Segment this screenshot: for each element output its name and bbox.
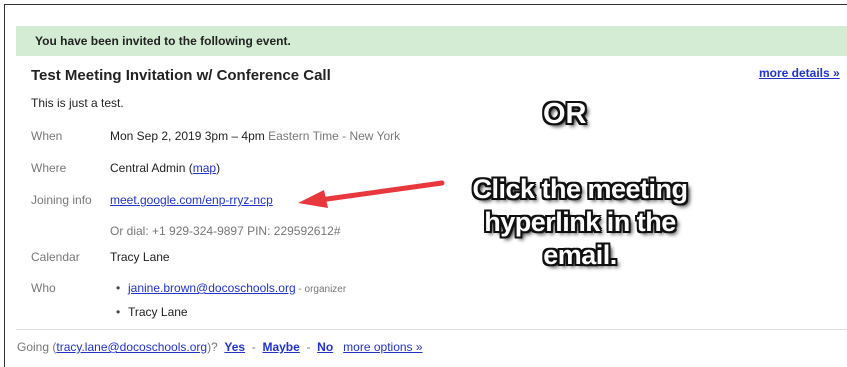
where-label: Where bbox=[31, 161, 67, 175]
map-close-paren: ) bbox=[216, 161, 221, 175]
meet-link[interactable]: meet.google.com/enp-rryz-ncp bbox=[110, 193, 273, 207]
organizer-entry: janine.brown@docoschools.org - organizer bbox=[128, 281, 346, 295]
when-datetime: Mon Sep 2, 2019 3pm – 4pm bbox=[110, 129, 265, 143]
annotation-line: email. bbox=[543, 240, 617, 270]
when-label: When bbox=[31, 129, 63, 143]
annotation-line: Click the meeting bbox=[472, 174, 688, 204]
annotation-line: hyperlink in the bbox=[484, 207, 676, 237]
rsvp-no-button[interactable]: No bbox=[317, 340, 333, 354]
more-options-link[interactable]: more options » bbox=[343, 340, 422, 354]
when-timezone: Eastern Time - New York bbox=[268, 129, 401, 143]
calendar-value: Tracy Lane bbox=[110, 250, 170, 264]
event-title: Test Meeting Invitation w/ Conference Ca… bbox=[31, 67, 331, 84]
dial-in-info: Or dial: +1 929-324-9897 PIN: 229592612# bbox=[110, 224, 341, 238]
arrow-head bbox=[298, 190, 328, 208]
map-link[interactable]: map bbox=[193, 161, 216, 175]
who-label: Who bbox=[31, 281, 56, 295]
rsvp-suffix: )? bbox=[207, 340, 218, 354]
rsvp-maybe-button[interactable]: Maybe bbox=[262, 340, 299, 354]
annotation-instruction: Click the meeting hyperlink in the email… bbox=[445, 173, 715, 272]
where-location: Central Admin bbox=[110, 161, 186, 175]
organizer-tag: - organizer bbox=[295, 284, 347, 295]
rsvp-email-link[interactable]: tracy.lane@docoschools.org bbox=[56, 340, 207, 354]
event-description: This is just a test. bbox=[31, 96, 124, 110]
rsvp-separator: - bbox=[251, 340, 256, 354]
more-details-link[interactable]: more details » bbox=[759, 66, 840, 80]
bullet-icon: • bbox=[116, 305, 121, 319]
calendar-label: Calendar bbox=[31, 250, 80, 264]
banner-text: You have been invited to the following e… bbox=[35, 34, 291, 48]
attendee-name: Tracy Lane bbox=[128, 305, 188, 319]
rsvp-separator: - bbox=[306, 340, 311, 354]
arrow-shaft bbox=[317, 180, 445, 203]
joining-info-value: meet.google.com/enp-rryz-ncp bbox=[110, 193, 273, 207]
joining-info-label: Joining info bbox=[31, 193, 92, 207]
rsvp-row: Going (tracy.lane@docoschools.org)? Yes … bbox=[17, 340, 423, 354]
annotation-or: OR bbox=[543, 98, 587, 130]
rsvp-yes-button[interactable]: Yes bbox=[224, 340, 245, 354]
bullet-icon: • bbox=[116, 281, 121, 295]
when-value: Mon Sep 2, 2019 3pm – 4pm Eastern Time -… bbox=[110, 129, 400, 143]
red-arrow-icon bbox=[298, 180, 445, 208]
organizer-email-link[interactable]: janine.brown@docoschools.org bbox=[128, 281, 296, 295]
where-value: Central Admin (map) bbox=[110, 161, 220, 175]
rsvp-prefix: Going ( bbox=[17, 340, 57, 354]
divider bbox=[16, 329, 847, 330]
